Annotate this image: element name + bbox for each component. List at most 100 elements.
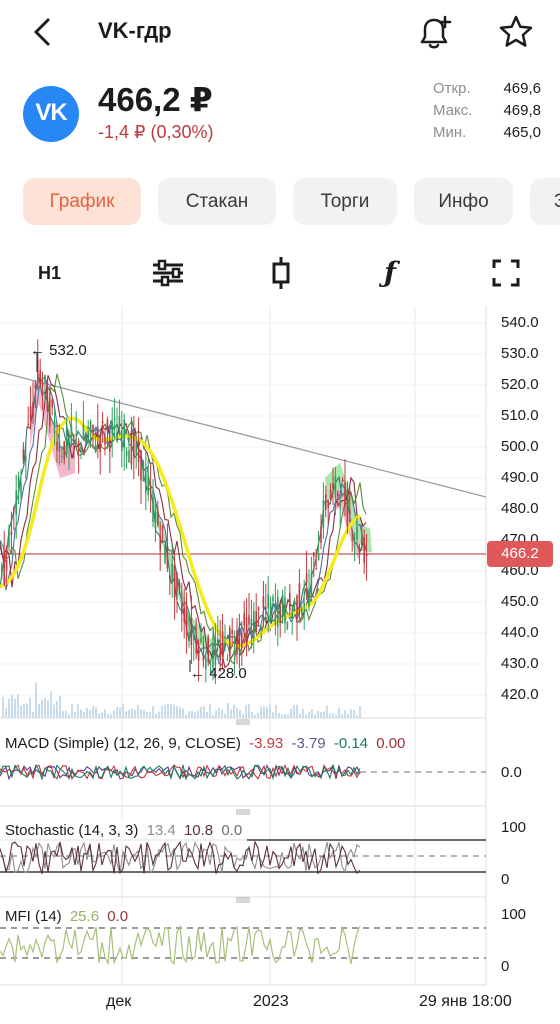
candlesticks [1,339,368,685]
candle-body [164,546,166,563]
interval-selector[interactable]: H1 [38,254,61,292]
volume-bar [137,704,139,718]
candle-body [277,596,279,628]
volume-bar [200,706,202,718]
volume-bar [158,711,160,718]
x-label-last: 29 янв 18:00 [419,993,512,1010]
price-axis-tick: 480.0 [501,500,539,517]
tab-more[interactable]: З [530,178,560,225]
macd-legend: MACD (Simple) (12, 26, 9, CLOSE) -3.93 -… [0,733,411,754]
candle-body [212,642,214,668]
macd-line [0,763,361,781]
volume-bar [38,703,40,718]
volume-bar [197,710,199,718]
price-axis-tick: 500.0 [501,438,539,455]
volume-bar [53,704,55,718]
add-alert-bell-icon[interactable] [414,12,454,52]
candle-body [296,595,298,620]
candle-body [344,482,346,507]
candle-body [219,644,221,661]
volume-bar [254,714,256,718]
candle-body [75,433,77,436]
candle-body [279,606,281,624]
volume-bar [56,701,58,718]
macd-axis-label: 0.0 [501,764,522,781]
volume-bar [155,713,157,718]
stochastic-axis-bottom: 0 [501,871,510,888]
volume-bar [35,682,37,718]
candle-body [123,419,125,449]
sliders-icon[interactable] [148,254,188,292]
candle-body [68,436,70,446]
candlestick-icon[interactable] [266,254,296,292]
candle-body [128,450,130,463]
candle-body [214,637,217,666]
price-axis-tick: 490.0 [501,469,539,486]
volume-bar [299,713,301,718]
volume-bar [302,709,304,718]
macd-line [0,763,361,781]
price-axis-tick: 540.0 [501,314,539,331]
volume-bar [266,707,268,718]
volume-bar [65,710,67,718]
favorite-star-icon[interactable] [496,12,536,52]
stochastic-axis-top: 100 [501,819,527,836]
candle-body [351,538,353,540]
candle-body [161,526,164,531]
indicator-line [0,377,367,665]
volume-bar [203,706,205,718]
candle-body [301,608,303,615]
volume-bar [236,707,238,718]
logo-text: VK [35,99,67,126]
candle-body [137,440,140,462]
candle-body [322,500,325,528]
function-icon[interactable]: ƒ [384,254,406,292]
candle-body [82,424,85,440]
volume-bar [287,714,289,718]
volume-bar [356,714,358,718]
candle-body [85,437,87,443]
candle-body [39,369,41,384]
candle-body [10,531,13,535]
volume-bar [260,706,262,718]
volume-bar [257,713,259,718]
volume-bar [296,704,298,718]
chart-toolbar: H1 ƒ [0,246,560,300]
volume-bar [308,711,310,718]
volume-bar [281,714,283,718]
candle-body [77,440,80,452]
stochastic-line [0,840,361,875]
price-chart[interactable] [0,0,560,1024]
back-arrow-icon[interactable] [28,14,56,50]
price-axis-tick: 420.0 [501,686,539,703]
volume-bar [320,712,322,718]
candle-body [133,433,135,457]
volume-bar [17,694,19,718]
candle-body [97,427,99,437]
tab-order-book[interactable]: Стакан [158,178,276,225]
volume-bar [59,696,61,718]
candle-body [197,643,200,661]
candle-body [274,604,277,626]
stochastic-legend: Stochastic (14, 3, 3) 13.4 10.8 0.0 [0,820,248,841]
volume-bar [239,709,241,718]
stat-low: Мин. 465,0 [433,124,541,146]
mfi-axis-bottom: 0 [501,958,510,975]
volume-bar [341,713,343,718]
candle-body [281,594,284,617]
stochastic-name: Stochastic (14, 3, 3) [5,822,139,839]
volume-bar [77,704,79,718]
volume-bar [98,713,100,718]
indicator-line [0,375,367,669]
tab-trades[interactable]: Торги [293,178,397,225]
candle-body [32,402,34,417]
candle-body [286,622,289,630]
x-label-dec: дек [106,993,132,1010]
tab-chart[interactable]: График [23,178,141,225]
tab-info[interactable]: Инфо [414,178,513,225]
volume-bar [113,710,115,718]
volume-bar [215,710,217,718]
volume-bar [275,705,277,718]
price-axis-tick: 510.0 [501,407,539,424]
fullscreen-icon[interactable] [490,254,522,292]
